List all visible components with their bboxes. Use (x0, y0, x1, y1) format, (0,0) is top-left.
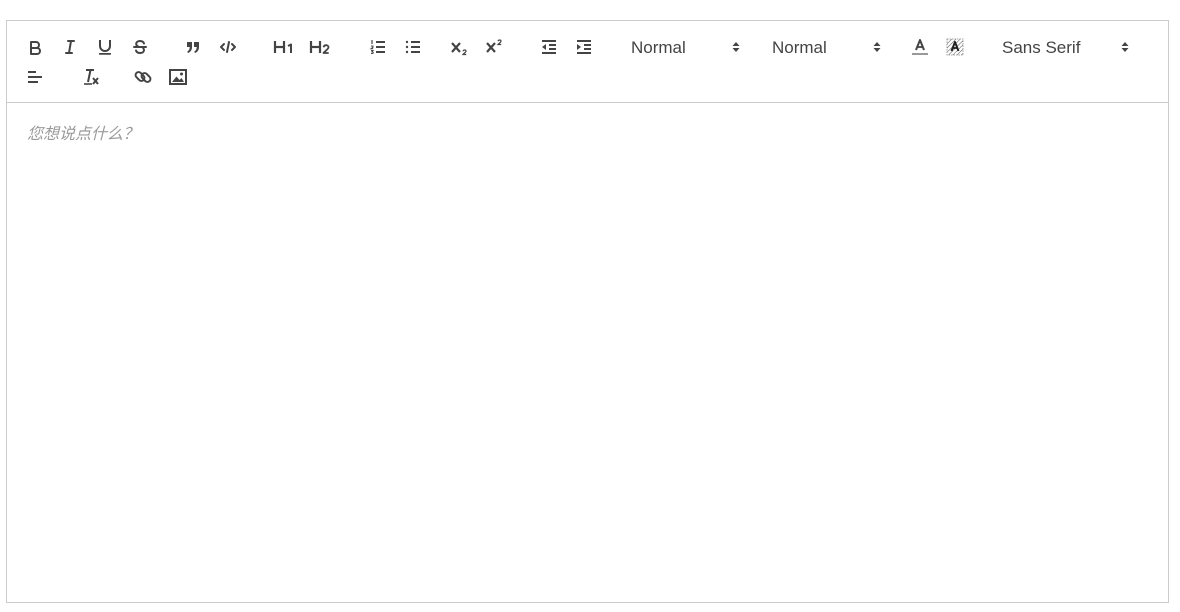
align-button[interactable] (23, 65, 47, 89)
bold-button[interactable] (23, 35, 47, 59)
header-1-button[interactable] (271, 35, 297, 59)
ordered-list-button[interactable] (366, 35, 390, 59)
size-picker-label: Normal (772, 38, 827, 57)
editor-placeholder: 您想说点什么？ (27, 126, 140, 143)
outdent-button[interactable] (537, 35, 561, 59)
ordered-list-icon (369, 40, 385, 54)
image-button[interactable] (166, 65, 190, 89)
bullet-list-button[interactable] (401, 35, 425, 59)
link-icon (134, 71, 152, 83)
quote-icon (187, 42, 199, 53)
dropdown-arrows-icon (1118, 39, 1132, 60)
background-color-button[interactable] (943, 35, 967, 59)
subscript-button[interactable] (447, 35, 471, 59)
size-picker[interactable]: Normal (772, 35, 884, 59)
code-icon (220, 41, 236, 53)
blockquote-button[interactable] (181, 35, 205, 59)
image-icon (169, 69, 187, 85)
italic-icon (65, 40, 75, 54)
heading-1-icon (273, 41, 292, 53)
rich-text-editor: Normal Normal Sans Serif 您想说点什么？ (6, 20, 1169, 603)
font-picker[interactable]: Sans Serif (1002, 35, 1132, 59)
editor-toolbar: Normal Normal Sans Serif (7, 21, 1168, 103)
superscript-button[interactable] (482, 35, 506, 59)
font-color-icon (912, 39, 928, 55)
clean-format-button[interactable] (79, 65, 103, 89)
subscript-icon (451, 42, 467, 56)
editor-content-area[interactable]: 您想说点什么？ (7, 103, 1168, 602)
highlight-color-icon (946, 38, 964, 56)
bullet-list-icon (405, 40, 420, 54)
superscript-icon (486, 39, 502, 53)
heading-2-icon (309, 41, 330, 54)
underline-icon (99, 40, 111, 55)
dropdown-arrows-icon (729, 39, 743, 60)
strikethrough-icon (133, 39, 147, 55)
italic-button[interactable] (58, 35, 82, 59)
indent-icon (577, 40, 591, 54)
underline-button[interactable] (93, 35, 117, 59)
header-2-button[interactable] (307, 35, 333, 59)
font-picker-label: Sans Serif (1002, 38, 1081, 57)
bold-icon (30, 41, 41, 55)
dropdown-arrows-icon (870, 39, 884, 60)
header-picker[interactable]: Normal (631, 35, 743, 59)
code-block-button[interactable] (216, 35, 240, 59)
indent-button[interactable] (572, 35, 596, 59)
text-color-button[interactable] (908, 35, 932, 59)
outdent-icon (542, 40, 556, 54)
clear-formatting-icon (84, 69, 99, 85)
strike-button[interactable] (128, 35, 152, 59)
align-left-icon (28, 71, 42, 83)
header-picker-label: Normal (631, 38, 686, 57)
link-button[interactable] (131, 65, 155, 89)
